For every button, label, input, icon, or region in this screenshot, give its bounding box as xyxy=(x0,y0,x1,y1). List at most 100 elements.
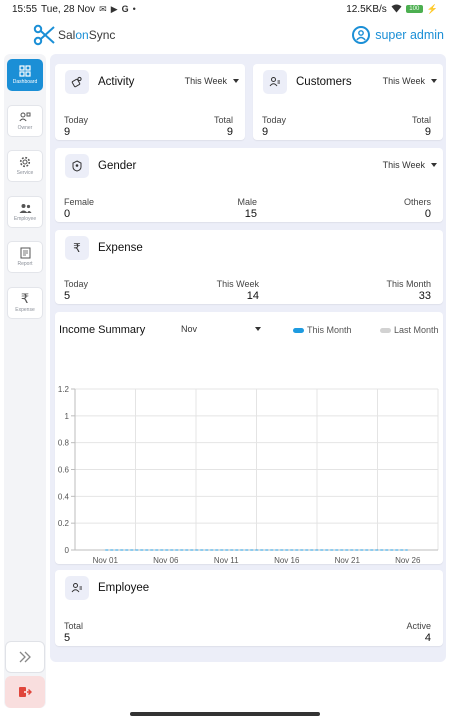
legend-last-month[interactable]: Last Month xyxy=(380,325,439,335)
notification-icon: ✉ xyxy=(99,3,107,14)
gender-period-dropdown[interactable]: This Week xyxy=(383,160,437,170)
income-chart: 0 0.2 0.4 0.6 0.8 1 1.2 Nov 01 Nov 06 Nov 11 Nov 1… xyxy=(58,385,439,564)
system-nav-bar xyxy=(0,708,450,720)
activity-period-dropdown[interactable]: This Week xyxy=(185,76,239,86)
stat-label: Total xyxy=(411,115,431,125)
stat-value: 5 xyxy=(64,290,71,302)
gender-female: Female 0 xyxy=(64,197,94,220)
stat-value: 15 xyxy=(244,208,257,220)
expand-sidebar-button[interactable] xyxy=(5,641,45,673)
employee-title: Employee xyxy=(98,582,150,594)
sidebar-item-owner[interactable]: Owner xyxy=(7,105,43,137)
stat-value: 14 xyxy=(246,290,259,302)
owner-icon xyxy=(19,112,31,122)
customers-period-dropdown[interactable]: This Week xyxy=(383,76,437,86)
sidebar-item-service[interactable]: Service xyxy=(7,150,43,182)
employee-card: Employee Total 5 Active 4 xyxy=(55,570,443,646)
gear-icon xyxy=(19,156,31,168)
y-tick-label: 0 xyxy=(65,546,70,555)
sidebar-item-employee[interactable]: Employee xyxy=(7,196,43,228)
sidebar-item-label: Service xyxy=(16,170,34,176)
y-tick-label: 1.2 xyxy=(58,385,70,394)
stat-label: This Month xyxy=(386,279,431,289)
customers-period-value: This Week xyxy=(382,76,425,86)
stat-value: 9 xyxy=(226,126,233,138)
y-tick-label: 0.6 xyxy=(58,466,70,475)
stat-label: Today xyxy=(64,115,89,125)
sidebar-item-label: Dashboard xyxy=(12,79,38,85)
dot-icon: • xyxy=(132,4,136,14)
activity-today: Today 9 xyxy=(64,115,88,138)
stat-value: 9 xyxy=(64,126,71,138)
expense-month: This Month 33 xyxy=(386,279,431,302)
home-indicator[interactable] xyxy=(130,712,320,716)
dashboard-main: Activity This Week Today 9 Total 9 Custo… xyxy=(50,54,446,662)
sidebar-item-label: Owner xyxy=(17,125,33,131)
activity-title: Activity xyxy=(98,76,135,88)
y-tick-label: 0.4 xyxy=(58,492,70,501)
expense-card: ₹ Expense Today 5 This Week 14 This Mont… xyxy=(55,230,443,304)
activity-total: Total 9 xyxy=(214,115,233,138)
gender-card: Gender This Week Female 0 Male 15 Others… xyxy=(55,148,443,222)
income-month-value: Nov xyxy=(181,324,198,334)
customers-icon xyxy=(263,70,287,94)
logout-button[interactable] xyxy=(5,676,45,708)
income-summary-title: Income Summary xyxy=(59,324,146,336)
y-tick-label: 1 xyxy=(65,412,70,421)
stat-value: 33 xyxy=(418,290,431,302)
gender-title: Gender xyxy=(98,160,137,172)
legend-swatch xyxy=(380,327,391,333)
user-menu[interactable]: super admin xyxy=(352,26,444,44)
activity-icon xyxy=(65,70,89,94)
income-month-dropdown[interactable]: Nov xyxy=(181,324,261,334)
legend-swatch xyxy=(293,327,304,333)
dashboard-icon xyxy=(19,65,31,77)
employee-icon xyxy=(65,576,89,600)
wifi-icon xyxy=(391,4,402,15)
stat-label: This Week xyxy=(216,279,259,289)
network-speed: 12.5KB/s xyxy=(346,3,387,15)
employee-total: Total 5 xyxy=(64,621,83,644)
stat-value: 0 xyxy=(64,208,71,220)
stat-label: Active xyxy=(406,621,431,631)
gender-period-value: This Week xyxy=(382,160,425,170)
app-header: SalonSync super admin xyxy=(0,18,450,52)
legend-label: Last Month xyxy=(394,325,439,335)
caret-down-icon xyxy=(431,163,437,167)
x-tick-label: Nov 26 xyxy=(395,556,421,564)
stat-label: Total xyxy=(64,621,84,631)
sidebar-item-label: Employee xyxy=(13,215,37,222)
x-tick-label: Nov 21 xyxy=(335,556,361,564)
expense-title: Expense xyxy=(98,242,143,254)
stat-value: 5 xyxy=(64,632,71,644)
gender-icon xyxy=(65,154,89,178)
sidebar-item-dashboard[interactable]: Dashboard xyxy=(7,59,43,91)
user-avatar-icon xyxy=(352,26,371,44)
legend-label: This Month xyxy=(307,325,352,335)
x-tick-label: Nov 16 xyxy=(274,556,300,564)
youtube-icon: ▶ xyxy=(110,3,118,14)
username: super admin xyxy=(375,28,444,42)
status-time: 15:55 xyxy=(12,3,38,15)
sidebar: Dashboard Owner Service Employee Report … xyxy=(4,54,46,708)
stat-value: 9 xyxy=(262,126,269,138)
legend-this-month[interactable]: This Month xyxy=(293,325,352,335)
stat-label: Others xyxy=(403,197,431,207)
sidebar-item-label: Report xyxy=(17,261,33,267)
caret-down-icon xyxy=(431,79,437,83)
stat-value: 4 xyxy=(424,632,431,644)
income-summary-card: Income Summary Nov This Month Last Month… xyxy=(55,312,443,564)
logout-icon xyxy=(19,687,32,697)
people-icon xyxy=(19,203,31,213)
sidebar-item-expense[interactable]: ₹ Expense xyxy=(7,287,43,319)
customers-total: Total 9 xyxy=(412,115,431,138)
employee-active: Active 4 xyxy=(406,621,431,644)
stat-value: 9 xyxy=(424,126,431,138)
brand-logo: SalonSync xyxy=(32,23,115,47)
stat-label: Female xyxy=(64,197,95,207)
customers-today: Today 9 xyxy=(262,115,286,138)
brand-name: SalonSync xyxy=(58,28,116,42)
sidebar-item-report[interactable]: Report xyxy=(7,241,43,273)
expense-week: This Week 14 xyxy=(205,279,259,302)
double-chevron-right-icon xyxy=(19,651,31,663)
